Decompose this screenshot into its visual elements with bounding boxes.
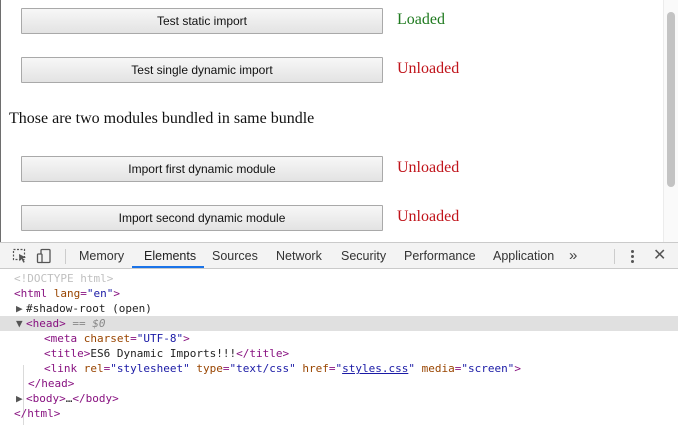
import-second-dynamic-module-button[interactable]: Import second dynamic module	[21, 205, 383, 231]
toolbar-separator	[65, 249, 66, 264]
dom-node-meta[interactable]: <meta charset="UTF-8">	[0, 331, 678, 346]
link-rel-value: "stylesheet"	[110, 362, 190, 375]
html-close-tag-name: html	[27, 407, 54, 420]
dom-node-link[interactable]: <link rel="stylesheet" type="text/css" h…	[0, 361, 678, 376]
devtools-panel: Memory Elements Sources Network Security…	[0, 242, 678, 442]
dom-node-html-close[interactable]: </html>	[0, 406, 678, 421]
html-tag-name: html	[20, 287, 48, 300]
bundle-description: Those are two modules bundled in same bu…	[9, 110, 315, 127]
single-dynamic-import-status: Unloaded	[397, 60, 460, 77]
title-text: ES6 Dynamic Imports!!!	[90, 347, 237, 360]
dom-node-head-close[interactable]: </head>	[0, 376, 678, 391]
shadow-root-text: #shadow-root (open)	[26, 302, 152, 315]
second-dynamic-module-status: Unloaded	[397, 208, 460, 225]
viewport-left-border	[0, 0, 1, 242]
meta-charset-value: "UTF-8"	[136, 332, 184, 345]
dom-tree: <!DOCTYPE html> <html lang="en"> ▶ #shado…	[0, 269, 678, 442]
more-tabs-chevron-icon[interactable]: »	[569, 243, 577, 269]
body-open-tag: body	[32, 392, 60, 405]
page-vertical-scrollbar[interactable]	[663, 0, 678, 242]
dom-node-html-open[interactable]: <html lang="en">	[0, 286, 678, 301]
html-lang-value: "en"	[86, 287, 114, 300]
tab-performance[interactable]: Performance	[404, 243, 476, 269]
device-toolbar-icon[interactable]	[36, 248, 52, 264]
active-tab-indicator	[132, 266, 204, 268]
meta-charset-attr: charset	[83, 332, 131, 345]
page-scrollbar-thumb[interactable]	[667, 12, 675, 187]
devtools-menu-kebab-icon[interactable]	[627, 249, 639, 265]
body-close-tag: body	[85, 392, 113, 405]
link-media-attr: media	[421, 362, 455, 375]
doctype-text: <!DOCTYPE html>	[14, 272, 114, 285]
page-viewport: Test static import Loaded Test single dy…	[0, 0, 678, 242]
first-dynamic-module-status: Unloaded	[397, 159, 460, 176]
tab-network[interactable]: Network	[276, 243, 322, 269]
link-media-value: "screen"	[461, 362, 515, 375]
dom-node-title[interactable]: <title>ES6 Dynamic Imports!!!</title>	[0, 346, 678, 361]
inspect-element-icon[interactable]	[12, 248, 28, 264]
link-type-attr: type	[196, 362, 223, 375]
stylesheet-href-link[interactable]: styles.css	[342, 362, 408, 375]
collapsed-triangle-icon[interactable]: ▶	[16, 301, 26, 316]
test-static-import-button[interactable]: Test static import	[21, 8, 383, 34]
head-tag-name: head	[32, 317, 60, 330]
devtools-toolbar: Memory Elements Sources Network Security…	[0, 242, 678, 269]
import-first-dynamic-module-button[interactable]: Import first dynamic module	[21, 156, 383, 182]
meta-tag-name: meta	[50, 332, 78, 345]
selected-node-marker: == $0	[72, 317, 106, 330]
collapsed-triangle-icon[interactable]: ▶	[16, 391, 26, 406]
dom-node-shadow-root[interactable]: ▶ #shadow-root (open)	[0, 301, 678, 316]
link-href-attr: href	[302, 362, 329, 375]
link-tag-name: link	[50, 362, 78, 375]
test-single-dynamic-import-button[interactable]: Test single dynamic import	[21, 57, 383, 83]
title-open-tag: title	[50, 347, 84, 360]
tab-memory[interactable]: Memory	[79, 243, 124, 269]
link-type-value: "text/css"	[229, 362, 296, 375]
expanded-triangle-icon[interactable]: ▼	[16, 316, 26, 331]
dom-node-doctype[interactable]: <!DOCTYPE html>	[0, 271, 678, 286]
html-lang-attr: lang	[53, 287, 81, 300]
static-import-status: Loaded	[397, 11, 445, 28]
dom-node-head-selected[interactable]: ▼ <head> == $0	[0, 316, 678, 331]
dom-node-body[interactable]: ▶ <body>…</body>	[0, 391, 678, 406]
link-rel-attr: rel	[83, 362, 104, 375]
close-devtools-icon[interactable]: ✕	[653, 243, 666, 269]
tab-security[interactable]: Security	[341, 243, 386, 269]
head-close-tag-name: head	[41, 377, 68, 390]
toolbar-separator-right	[614, 249, 615, 264]
title-close-tag: title	[249, 347, 283, 360]
tab-sources[interactable]: Sources	[212, 243, 258, 269]
tab-application[interactable]: Application	[493, 243, 554, 269]
